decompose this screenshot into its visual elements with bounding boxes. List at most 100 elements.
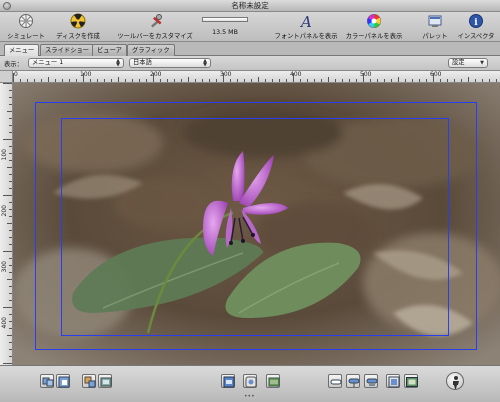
toolbar: シミュレート ディスクを作成 ツールバーをカスタマイズ 13.5 MB A フォ… <box>0 12 500 42</box>
align-right-button[interactable] <box>364 374 378 388</box>
ruler-tick <box>307 79 308 82</box>
ruler-tick <box>9 328 12 329</box>
motion-button[interactable] <box>446 372 464 390</box>
show-action-safe-button[interactable] <box>404 374 418 388</box>
color-panel-button[interactable]: カラーパネルを表示 <box>344 13 404 40</box>
more-indicator: ••• <box>244 393 255 400</box>
ruler-tick <box>377 79 378 82</box>
font-panel-button[interactable]: A フォントパネルを表示 <box>274 13 338 40</box>
ruler-tick <box>9 272 12 273</box>
ruler-tick <box>244 79 245 82</box>
customize-toolbar-button[interactable]: ツールバーをカスタマイズ <box>116 13 194 40</box>
ruler-tick <box>419 79 420 82</box>
ruler-tick <box>9 118 12 119</box>
ruler-tick <box>9 104 12 105</box>
ruler-tick <box>9 293 12 294</box>
ruler-tick <box>440 79 441 82</box>
align-center-button[interactable] <box>346 374 360 388</box>
inspector-button[interactable]: i インスペクタ <box>456 13 496 40</box>
ruler-tick <box>69 79 70 82</box>
disc-capacity-label: 13.5 MB <box>212 29 238 36</box>
title-safe-inner-guide <box>61 118 449 336</box>
ruler-tick <box>3 307 12 308</box>
ruler-tick <box>314 79 315 82</box>
window-button[interactable] <box>3 2 11 10</box>
ruler-tick <box>265 79 266 82</box>
show-title-safe-button[interactable] <box>386 374 400 388</box>
svg-text:i: i <box>474 18 478 28</box>
drop-zone-icon <box>268 377 280 387</box>
ruler-tick <box>216 79 217 82</box>
align-left-button[interactable] <box>328 374 342 388</box>
tab-graphics[interactable]: グラフィック <box>127 44 175 56</box>
palette-button[interactable]: パレット <box>420 13 450 40</box>
add-track-button[interactable] <box>98 374 112 388</box>
ruler-tick <box>125 79 126 82</box>
simulate-button[interactable]: シミュレート <box>6 13 46 40</box>
ruler-tick <box>349 79 350 82</box>
align-right-icon <box>366 378 378 386</box>
title-safe-icon <box>388 376 400 388</box>
add-drop-zone-button[interactable] <box>266 374 280 388</box>
ruler-label: 400 <box>1 317 8 329</box>
ruler-tick <box>286 79 287 82</box>
ruler-tick <box>9 237 12 238</box>
tab-slideshow[interactable]: スライドショー <box>40 44 95 56</box>
ruler-tick <box>174 79 175 82</box>
ruler-tick <box>9 97 12 98</box>
ruler-tick <box>97 79 98 82</box>
language-select[interactable]: 日本語 ▲ ▼ <box>129 58 211 68</box>
ruler-label: 0 <box>14 71 18 78</box>
ruler-tick <box>3 363 12 364</box>
ruler-tick <box>398 77 399 82</box>
tab-viewer[interactable]: ビューア <box>92 44 127 56</box>
ruler-tick <box>9 356 12 357</box>
add-menu-button[interactable] <box>40 374 54 388</box>
ruler-label: 100 <box>80 71 92 78</box>
ruler-tick <box>9 342 12 343</box>
ruler-tick <box>251 79 252 82</box>
tab-menu[interactable]: メニュー <box>4 44 40 56</box>
ruler-tick <box>9 90 12 91</box>
ruler-label: 100 <box>1 149 8 161</box>
toolbar-label: ツールバーをカスタマイズ <box>117 33 193 40</box>
add-submenu-button[interactable] <box>56 374 70 388</box>
ruler-tick <box>41 79 42 82</box>
ruler-tick <box>9 258 12 259</box>
ruler-tick <box>90 79 91 82</box>
ruler-tick <box>13 73 14 82</box>
add-slideshow-button[interactable] <box>82 374 96 388</box>
burn-disc-button[interactable]: ディスクを作成 <box>56 13 100 40</box>
add-button-button[interactable] <box>243 374 257 388</box>
ruler-label: 300 <box>220 71 232 78</box>
ruler-tick <box>83 73 84 82</box>
menu-canvas[interactable] <box>13 83 500 365</box>
ruler-tick <box>118 77 119 82</box>
toolbar-label: ディスクを作成 <box>56 33 100 40</box>
menu-select[interactable]: メニュー 1 ▲ ▼ <box>28 58 124 68</box>
align-left-icon <box>330 379 342 385</box>
track-icon <box>100 377 112 387</box>
ruler-tick <box>7 223 12 224</box>
settings-popup[interactable]: 設定 ▼ <box>448 58 488 68</box>
ruler-tick <box>9 153 12 154</box>
ruler-tick <box>7 335 12 336</box>
ruler-tick <box>9 314 12 315</box>
ruler-tick <box>433 73 434 82</box>
add-text-button[interactable] <box>221 374 235 388</box>
ruler-tick <box>3 251 12 252</box>
toolbar-label: フォントパネルを表示 <box>274 33 338 40</box>
add-menu-icon <box>42 377 54 387</box>
ruler-tick <box>272 79 273 82</box>
ruler-tick <box>9 300 12 301</box>
ruler-tick <box>293 73 294 82</box>
customize-toolbar-icon <box>151 14 162 28</box>
ruler-tick <box>34 79 35 82</box>
ruler-tick <box>9 286 12 287</box>
window-title: 名称未設定 <box>231 1 269 10</box>
ruler-tick <box>55 79 56 82</box>
ruler-tick <box>9 216 12 217</box>
ruler-tick <box>356 79 357 82</box>
font-panel-icon: A <box>299 13 312 29</box>
ruler-tick <box>9 209 12 210</box>
